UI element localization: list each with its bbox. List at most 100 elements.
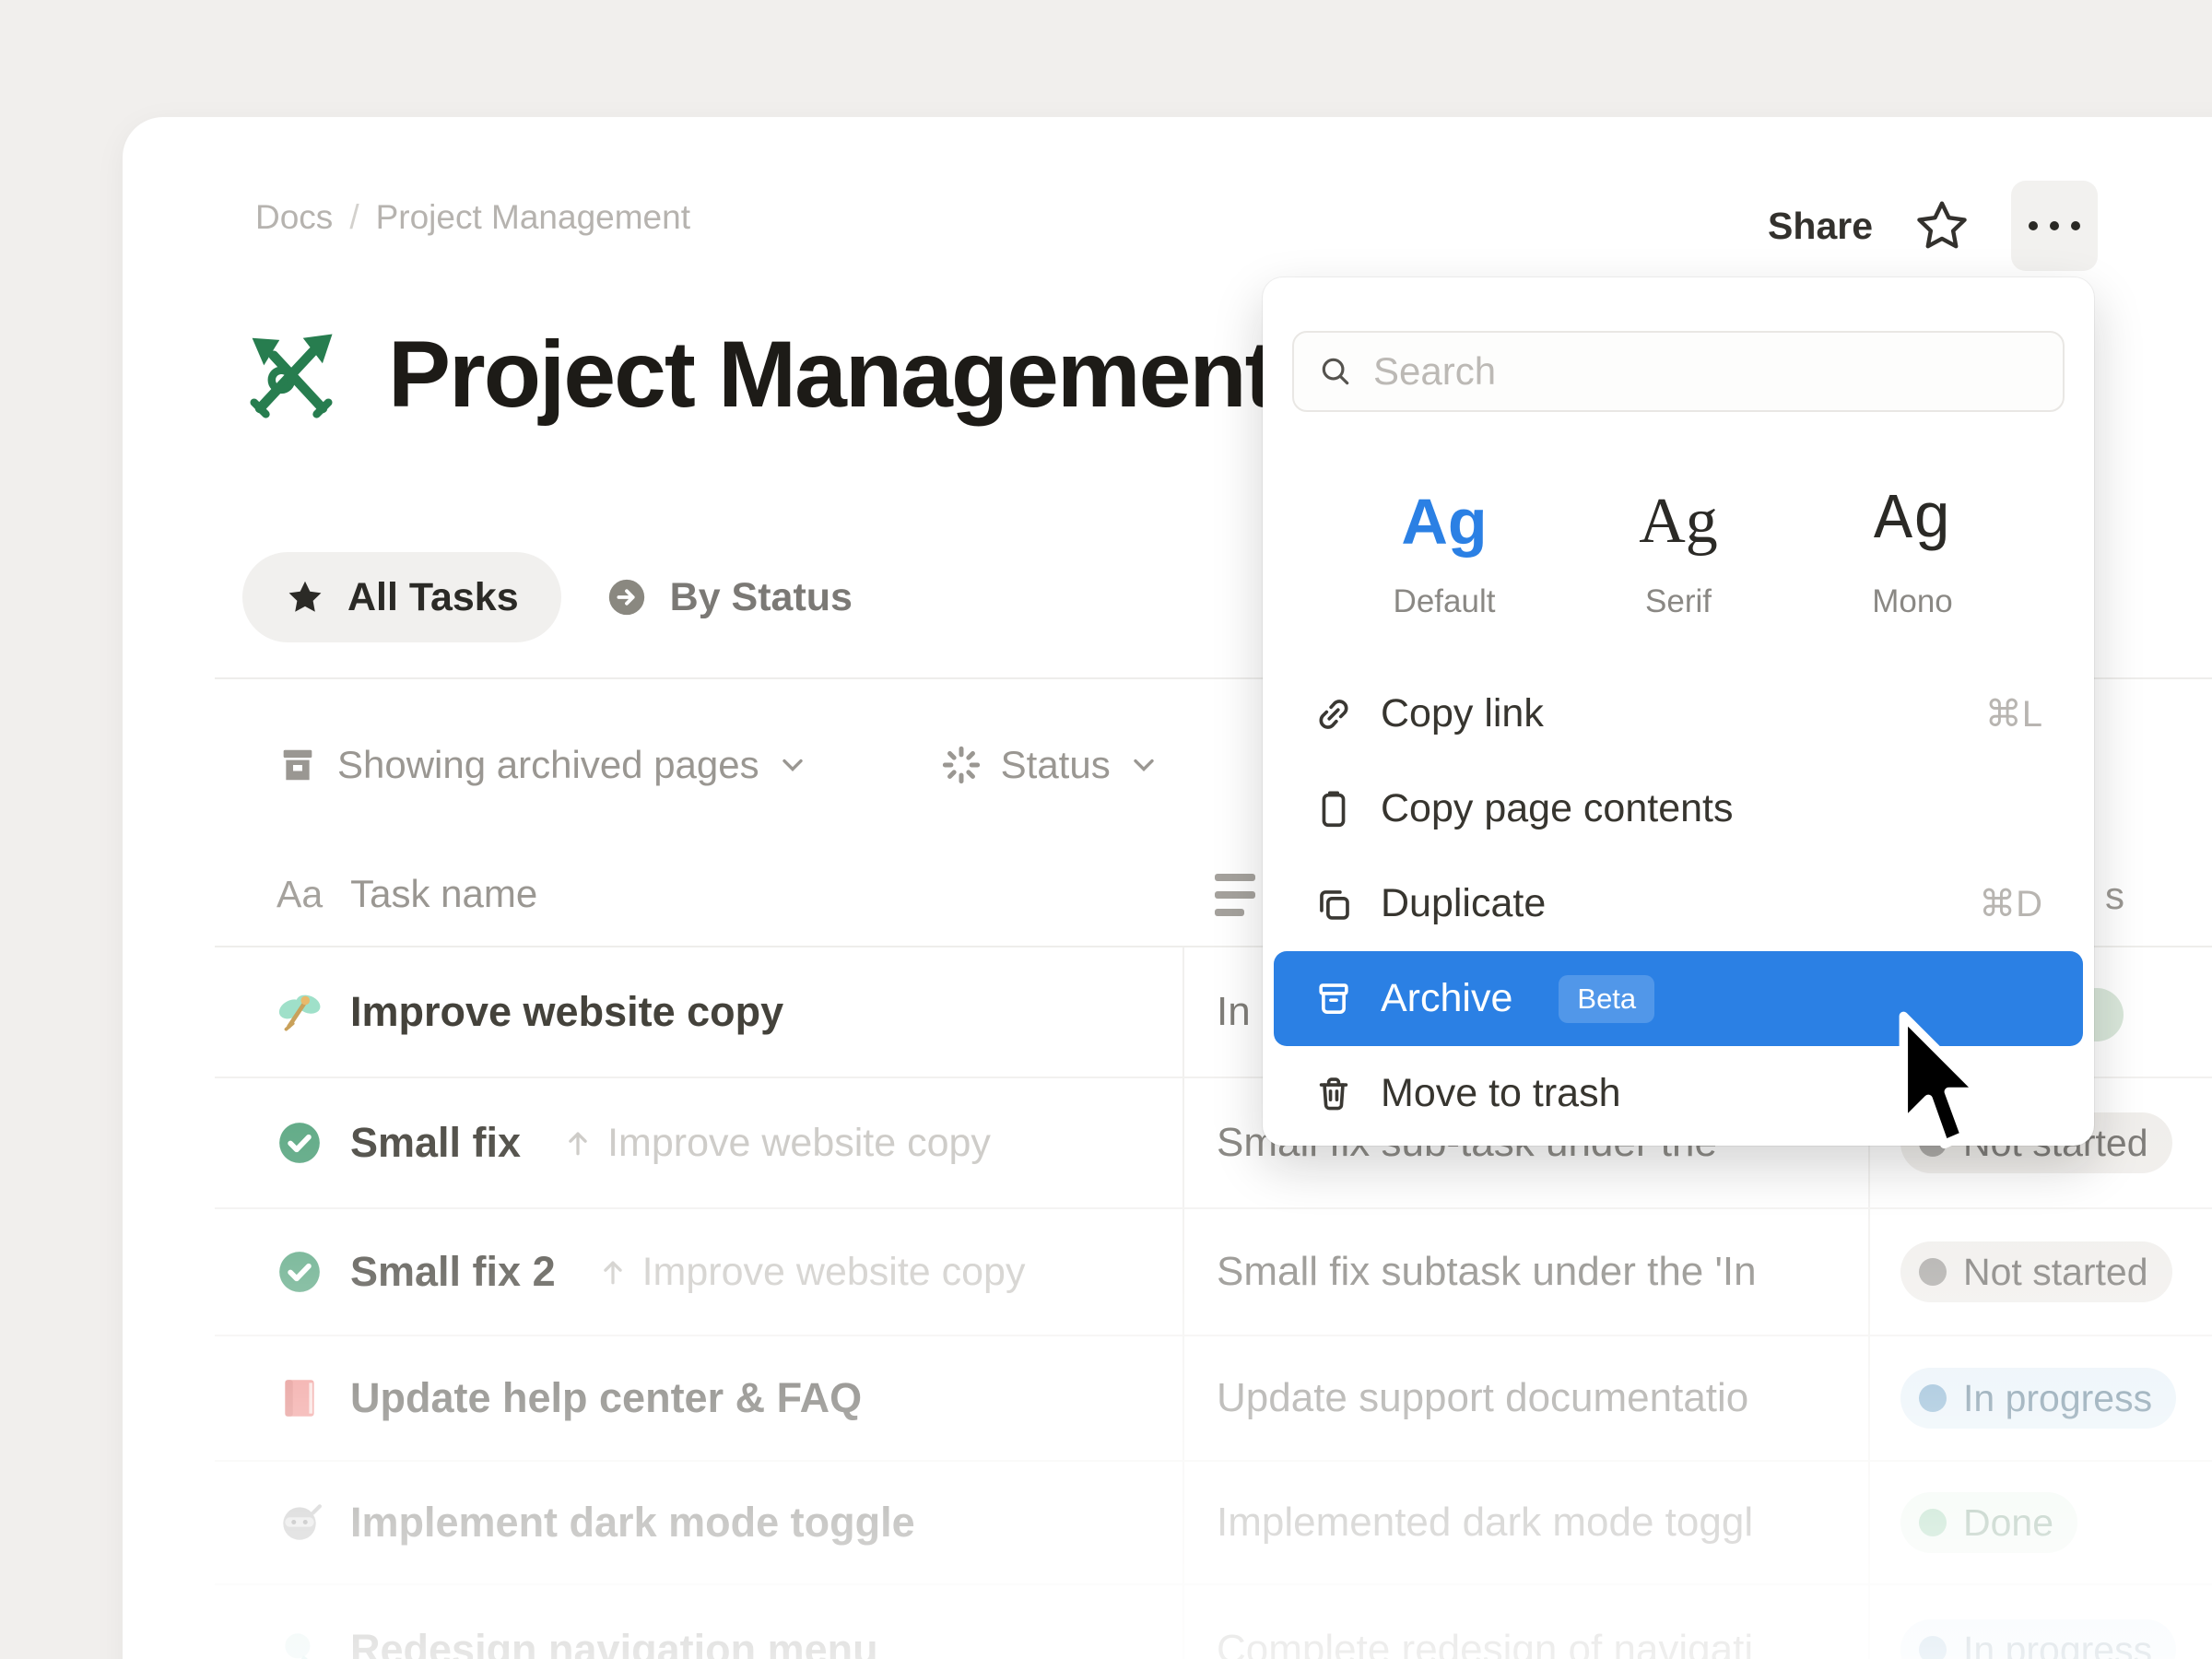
status-badge[interactable]: In progress xyxy=(1900,1368,2176,1429)
menu-item-label: Copy link xyxy=(1381,691,1544,736)
task-description-cell[interactable]: Small fix subtask under the 'In xyxy=(1182,1249,1868,1295)
font-option-default[interactable]: Ag Default xyxy=(1327,480,1561,620)
breadcrumb-page[interactable]: Project Management xyxy=(376,198,690,237)
task-name-cell[interactable]: Small fix Improve website copy xyxy=(215,1119,1182,1167)
ninja-emoji xyxy=(276,1500,323,1546)
menu-item-shortcut: ⌘L xyxy=(1985,693,2042,735)
view-tabs: All Tasks By Status xyxy=(242,552,853,642)
status-label: In progress xyxy=(1963,1377,2152,1420)
mermaid-emoji xyxy=(276,1627,323,1659)
chevron-down-icon xyxy=(778,750,807,780)
menu-item-copy-page-contents[interactable]: Copy page contents xyxy=(1274,761,2083,856)
task-status-cell[interactable]: In progress xyxy=(1868,1368,2212,1429)
task-status-cell[interactable]: In progress xyxy=(1868,1619,2212,1659)
page-title-row: Project Management xyxy=(242,321,1275,429)
font-label: Mono xyxy=(1795,583,2030,620)
status-dot xyxy=(1919,1636,1947,1659)
menu-item-label: Move to trash xyxy=(1381,1071,1621,1116)
table-row[interactable]: Update help center & FAQ Update support d… xyxy=(215,1336,2212,1462)
font-sample: Ag xyxy=(1795,480,2030,563)
archived-filter-label: Showing archived pages xyxy=(337,743,759,787)
favorite-star-button[interactable] xyxy=(1913,197,1971,254)
menu-item-duplicate[interactable]: Duplicate⌘D xyxy=(1274,856,2083,951)
task-name-cell[interactable]: Small fix 2 Improve website copy xyxy=(215,1248,1182,1296)
font-options: Ag DefaultAgSerifAg Mono xyxy=(1263,480,2094,620)
table-row[interactable]: Implement dark mode toggle Implemented da… xyxy=(215,1462,2212,1585)
search-input[interactable] xyxy=(1373,349,2039,394)
spinner-status-icon xyxy=(940,744,982,786)
more-options-button[interactable] xyxy=(2011,181,2098,271)
status-filter-chip[interactable]: Status xyxy=(940,743,1159,787)
task-status-cell[interactable]: Not started xyxy=(1868,1241,2212,1302)
archive-box-icon xyxy=(276,744,319,786)
breadcrumb: Docs / Project Management xyxy=(255,198,690,237)
task-name: Implement dark mode toggle xyxy=(350,1499,915,1547)
task-name-column-header: Task name xyxy=(350,872,537,916)
book-emoji xyxy=(276,1375,323,1421)
parent-task-label: Improve website copy xyxy=(607,1121,991,1166)
font-label: Default xyxy=(1327,583,1561,620)
tab-label: All Tasks xyxy=(347,575,519,620)
topbar-actions: Share xyxy=(1768,181,2098,271)
font-option-serif[interactable]: AgSerif xyxy=(1561,480,1795,620)
star-icon xyxy=(285,577,325,618)
up-arrow-icon xyxy=(596,1255,629,1288)
ellipsis-icon xyxy=(2029,221,2038,230)
arrow-circle-icon xyxy=(606,576,648,618)
parent-task-label: Improve website copy xyxy=(642,1250,1026,1295)
archived-filter-chip[interactable]: Showing archived pages xyxy=(276,743,807,787)
trash-icon xyxy=(1312,1073,1355,1115)
task-name: Small fix xyxy=(350,1119,521,1167)
font-sample: Ag xyxy=(1327,480,1561,563)
link-icon xyxy=(1312,693,1355,735)
check-emoji xyxy=(276,1249,323,1295)
duplicate-icon xyxy=(1312,883,1355,925)
clipboard-icon xyxy=(1312,788,1355,830)
parent-task-ref[interactable]: Improve website copy xyxy=(561,1121,991,1166)
task-name: Update help center & FAQ xyxy=(350,1374,862,1422)
crossed-arrows-icon[interactable] xyxy=(242,326,340,424)
menu-search-box[interactable] xyxy=(1292,331,2065,412)
status-badge[interactable]: Not started xyxy=(1900,1241,2172,1302)
font-label: Serif xyxy=(1561,583,1795,620)
page-title[interactable]: Project Management xyxy=(388,321,1275,429)
up-arrow-icon xyxy=(561,1126,594,1159)
task-description-cell[interactable]: Update support documentatio xyxy=(1182,1375,1868,1421)
font-option-mono[interactable]: Ag Mono xyxy=(1795,480,2030,620)
task-name: Improve website copy xyxy=(350,988,783,1036)
task-name-cell[interactable]: Implement dark mode toggle xyxy=(215,1499,1182,1547)
status-column-header-fragment: s xyxy=(2105,874,2124,918)
archive-icon xyxy=(1312,978,1355,1020)
status-dot xyxy=(1919,1509,1947,1536)
menu-item-copy-link[interactable]: Copy link ⌘L xyxy=(1274,666,2083,761)
status-dot xyxy=(1919,1384,1947,1412)
status-badge[interactable]: In progress xyxy=(1900,1619,2176,1659)
check-emoji xyxy=(276,1120,323,1166)
task-status-cell[interactable]: Done xyxy=(1868,1492,2212,1553)
task-name: Small fix 2 xyxy=(350,1248,556,1296)
table-header[interactable]: Aa Task name xyxy=(276,872,537,916)
description-column-icon[interactable] xyxy=(1215,874,1255,926)
menu-item-label: Archive xyxy=(1381,976,1512,1021)
text-type-icon: Aa xyxy=(276,873,323,916)
table-row[interactable]: Redesign navigation menuComplete redesig… xyxy=(215,1585,2212,1659)
tab-all-tasks[interactable]: All Tasks xyxy=(242,552,561,642)
breadcrumb-separator: / xyxy=(349,198,359,237)
breadcrumb-docs[interactable]: Docs xyxy=(255,198,333,237)
status-dot xyxy=(1919,1258,1947,1286)
task-description-cell[interactable]: Implemented dark mode toggl xyxy=(1182,1500,1868,1546)
status-badge[interactable]: Done xyxy=(1900,1492,2077,1553)
share-button[interactable]: Share xyxy=(1768,205,1873,248)
task-name-cell[interactable]: Update help center & FAQ xyxy=(215,1374,1182,1422)
task-name-cell[interactable]: Improve website copy xyxy=(215,988,1182,1036)
mouse-cursor xyxy=(1891,1010,1994,1156)
table-row[interactable]: Small fix 2Improve website copySmall fix… xyxy=(215,1209,2212,1336)
task-description-cell[interactable]: Complete redesign of navigati xyxy=(1182,1627,1868,1659)
parent-task-ref[interactable]: Improve website copy xyxy=(596,1250,1026,1295)
status-label: In progress xyxy=(1963,1629,2152,1659)
beta-badge: Beta xyxy=(1559,975,1654,1023)
tab-by-status[interactable]: By Status xyxy=(606,552,853,642)
tab-label: By Status xyxy=(670,575,853,620)
filter-bar: Showing archived pages Status xyxy=(276,743,1159,787)
task-name-cell[interactable]: Redesign navigation menu xyxy=(215,1626,1182,1659)
